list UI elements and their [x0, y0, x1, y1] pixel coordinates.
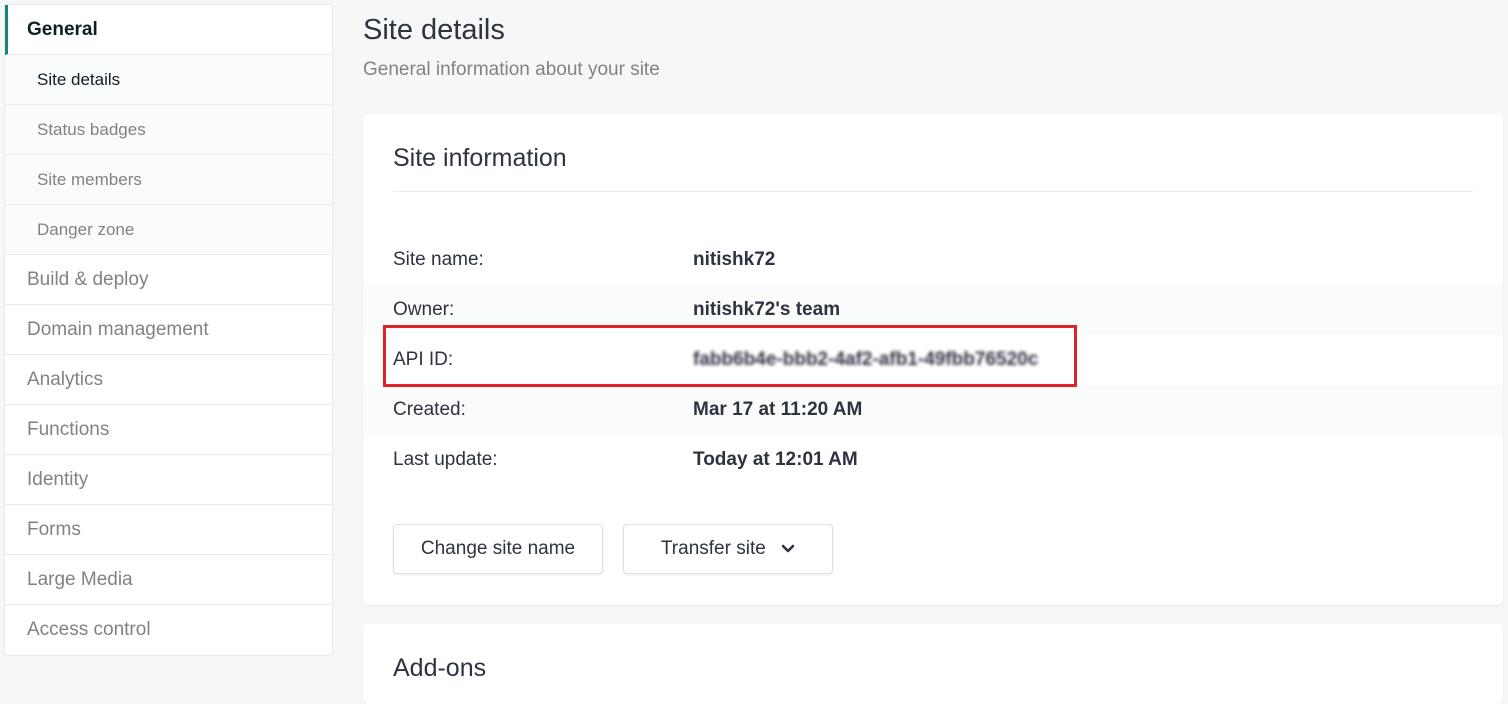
row-value: Today at 12:01 AM [693, 449, 858, 470]
card-divider [393, 191, 1473, 192]
row-last-update: Last update: Today at 12:01 AM [363, 435, 1503, 485]
sidebar-item-identity[interactable]: Identity [5, 455, 332, 505]
sidebar-item-large-media[interactable]: Large Media [5, 555, 332, 605]
sidebar-subitem-danger-zone[interactable]: Danger zone [5, 205, 332, 255]
settings-sidebar: General Site details Status badges Site … [4, 4, 333, 656]
sidebar-subitem-status-badges[interactable]: Status badges [5, 105, 332, 155]
sidebar-subitem-site-details[interactable]: Site details [5, 55, 332, 105]
chevron-down-icon [781, 525, 795, 573]
api-id-highlight [383, 325, 1077, 387]
change-site-name-button[interactable]: Change site name [393, 524, 603, 574]
addons-title: Add-ons [393, 654, 487, 682]
row-value: Mar 17 at 11:20 AM [693, 399, 863, 420]
row-created: Created: Mar 17 at 11:20 AM [363, 385, 1503, 435]
transfer-site-button[interactable]: Transfer site [623, 524, 833, 574]
sidebar-item-analytics[interactable]: Analytics [5, 355, 332, 405]
addons-card: Add-ons [363, 624, 1503, 704]
row-label: Created: [393, 399, 466, 420]
sidebar-item-general[interactable]: General [5, 5, 332, 55]
sidebar-item-functions[interactable]: Functions [5, 405, 332, 455]
page-title: Site details [363, 14, 505, 46]
site-information-card: Site information Site name: nitishk72 Ow… [363, 114, 1503, 605]
card-title: Site information [393, 144, 567, 172]
sidebar-item-access-control[interactable]: Access control [5, 605, 332, 655]
row-site-name: Site name: nitishk72 [363, 235, 1503, 285]
sidebar-item-forms[interactable]: Forms [5, 505, 332, 555]
page-subtitle: General information about your site [363, 59, 660, 80]
row-label: Site name: [393, 249, 484, 270]
sidebar-item-domain-management[interactable]: Domain management [5, 305, 332, 355]
transfer-site-label: Transfer site [660, 538, 766, 560]
row-value: nitishk72 [693, 249, 776, 270]
row-label: Last update: [393, 449, 498, 470]
sidebar-item-build-deploy[interactable]: Build & deploy [5, 255, 332, 305]
sidebar-subitem-site-members[interactable]: Site members [5, 155, 332, 205]
